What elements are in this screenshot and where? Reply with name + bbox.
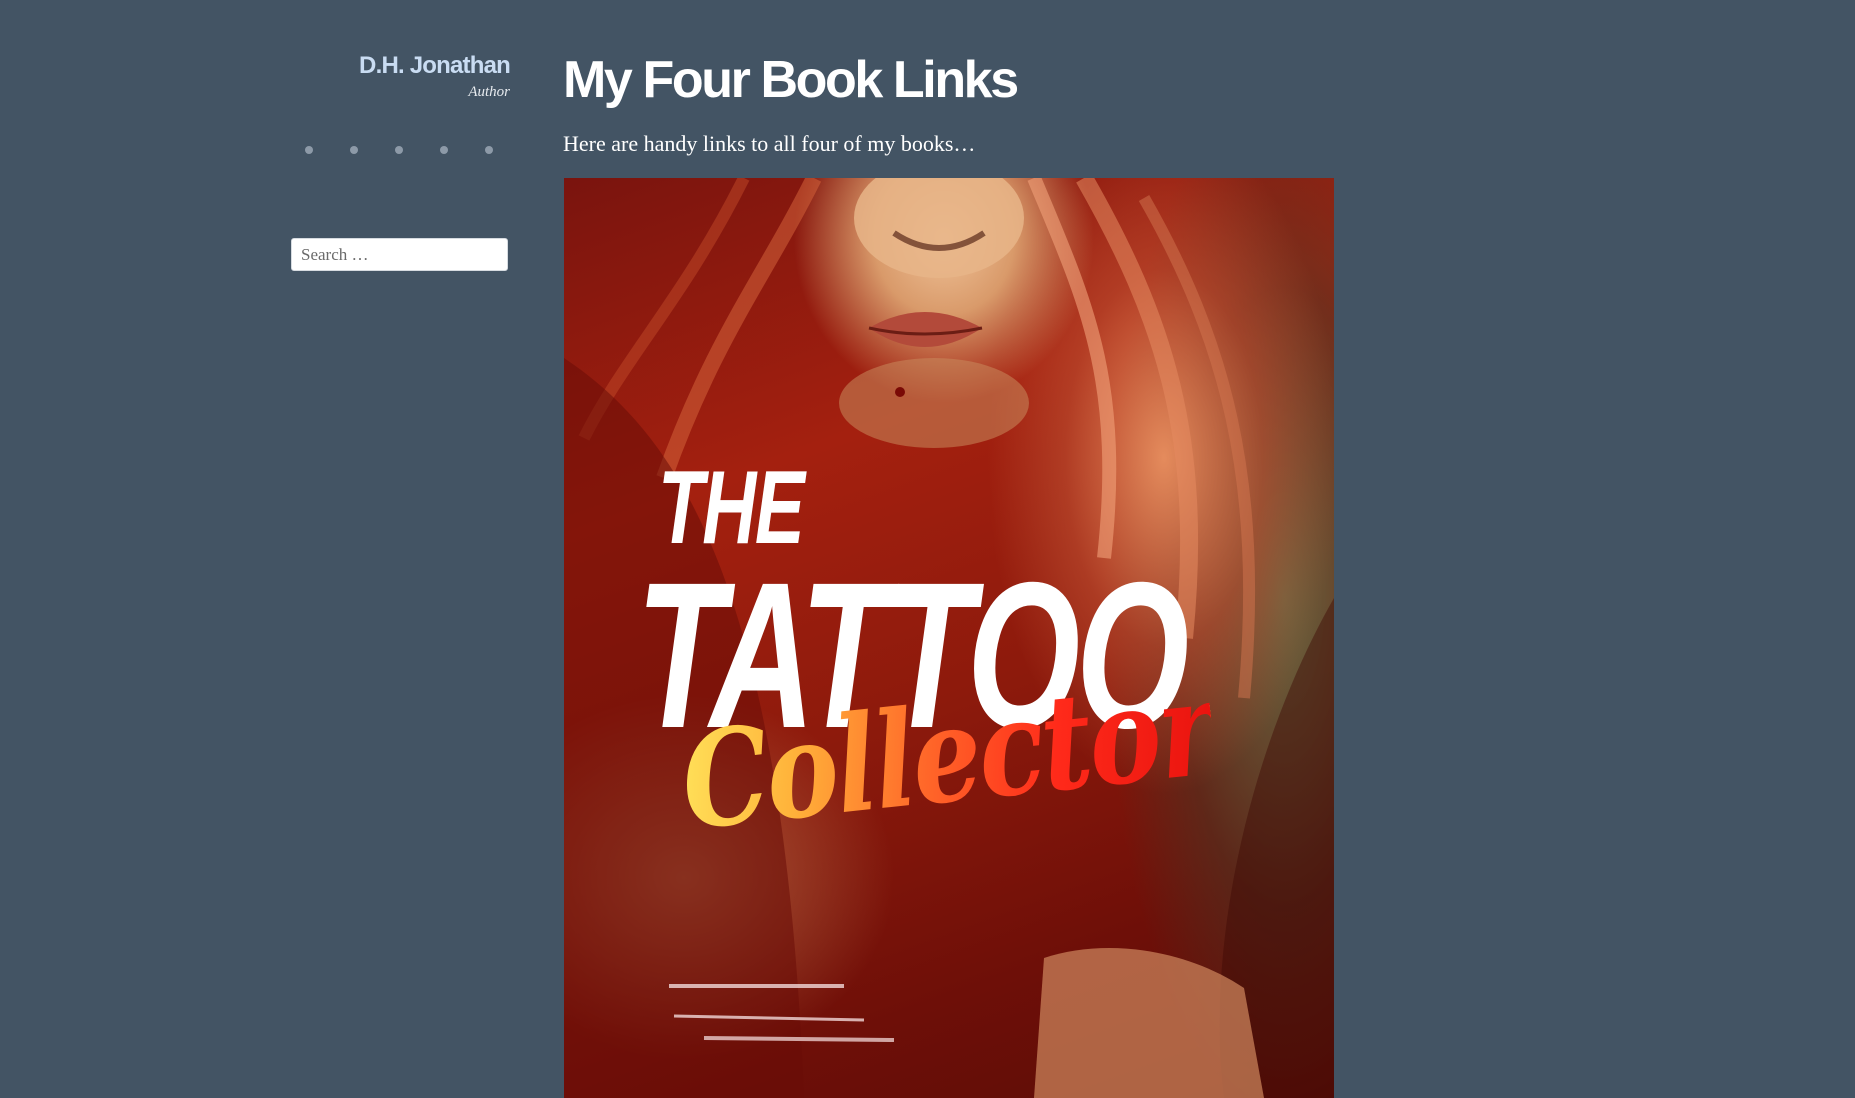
social-link-icon-4[interactable] (440, 146, 448, 154)
social-link-icon-3[interactable] (395, 146, 403, 154)
book-cover-image[interactable]: THE TATTOO Collector (564, 178, 1334, 1098)
search-input[interactable] (291, 238, 508, 271)
page-title: My Four Book Links (563, 51, 1019, 109)
post-intro: Here are handy links to all four of my b… (563, 131, 976, 156)
social-link-icon-5[interactable] (485, 146, 493, 154)
site-title-link[interactable]: D.H. Jonathan (290, 50, 511, 82)
social-link-icon-1[interactable] (305, 146, 313, 154)
social-link-icon-2[interactable] (350, 146, 358, 154)
main-content: My Four Book Links Here are handy links … (563, 45, 1393, 1098)
social-links (290, 142, 510, 158)
site-tagline: Author (468, 84, 510, 100)
sidebar: D.H. Jonathan Author (290, 50, 511, 271)
